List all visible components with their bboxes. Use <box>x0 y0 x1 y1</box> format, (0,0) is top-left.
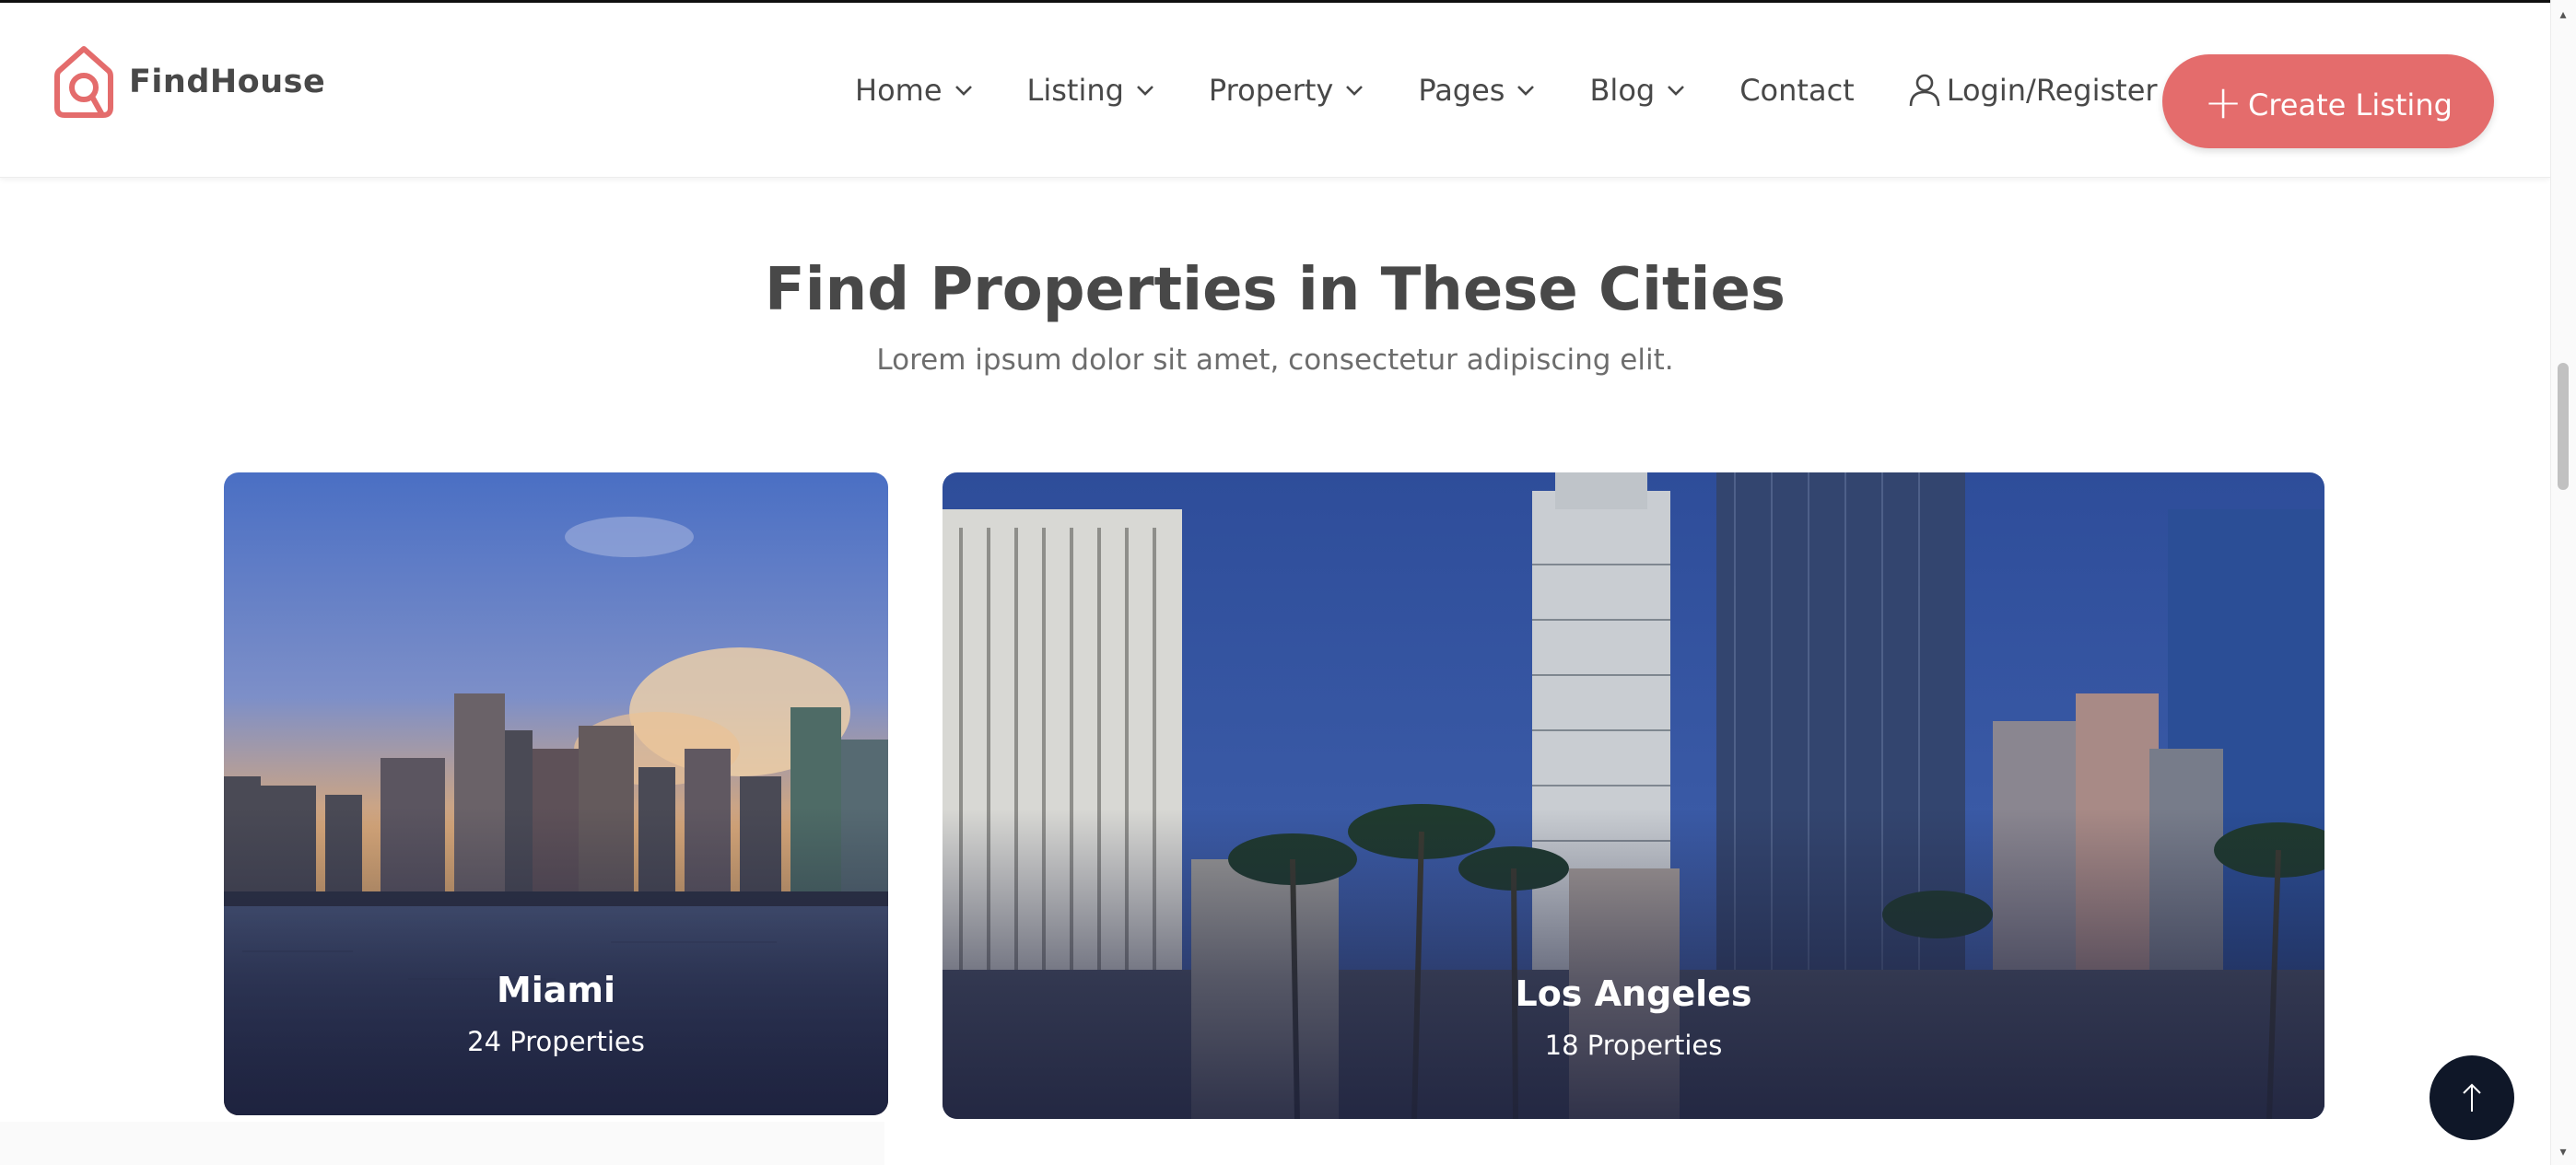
scrollbar-track[interactable] <box>2550 0 2576 1165</box>
card-overlay <box>224 806 888 1115</box>
nav-item-label: Pages <box>1418 73 1505 108</box>
nav-item-label: Contact <box>1739 73 1855 108</box>
city-card-miami[interactable]: Miami 24 Properties <box>224 472 888 1115</box>
nav-item-label: Home <box>855 73 943 108</box>
nav-item-pages[interactable]: Pages <box>1418 73 1536 108</box>
main-nav: Home Listing Property Pages Blog Contact <box>855 73 2158 108</box>
chevron-down-icon <box>1517 86 1535 96</box>
chevron-down-icon <box>1346 86 1364 96</box>
nav-item-label: Blog <box>1589 73 1656 108</box>
brand-name: FindHouse <box>129 64 326 100</box>
arrow-up-icon <box>2463 1083 2481 1112</box>
create-listing-button[interactable]: + Create Listing <box>2162 54 2494 148</box>
login-label: Login/Register <box>1946 73 2158 108</box>
city-name: Miami <box>496 970 616 1010</box>
nav-item-blog[interactable]: Blog <box>1589 73 1686 108</box>
city-card-los-angeles[interactable]: Los Angeles 18 Properties <box>943 472 2324 1119</box>
city-property-count: 18 Properties <box>1544 1030 1723 1061</box>
nav-item-label: Listing <box>1026 73 1124 108</box>
chevron-down-icon <box>1668 86 1685 96</box>
scrollbar-thumb[interactable] <box>2558 363 2569 490</box>
back-to-top-button[interactable] <box>2430 1055 2514 1140</box>
section-subtitle: Lorem ipsum dolor sit amet, consectetur … <box>876 344 1674 377</box>
card-overlay <box>943 809 2324 1119</box>
site-header: FindHouse Home Listing Property Pages Bl… <box>0 3 2550 178</box>
nav-item-label: Property <box>1208 73 1334 108</box>
plus-icon: + <box>2204 76 2242 129</box>
section-title: Find Properties in These Cities <box>765 256 1786 324</box>
scroll-up-arrow-icon[interactable]: ▴ <box>2555 7 2571 22</box>
nav-item-home[interactable]: Home <box>855 73 974 108</box>
page-bottom-edge <box>0 1122 884 1165</box>
chevron-down-icon <box>954 86 972 96</box>
chevron-down-icon <box>1137 86 1153 96</box>
create-listing-label: Create Listing <box>2247 87 2453 122</box>
login-register-link[interactable]: Login/Register <box>1908 73 2158 108</box>
nav-item-listing[interactable]: Listing <box>1027 73 1155 108</box>
brand-logo[interactable]: FindHouse <box>52 45 325 119</box>
scroll-down-arrow-icon[interactable]: ▾ <box>2555 1145 2571 1159</box>
city-property-count: 24 Properties <box>467 1026 645 1057</box>
city-name: Los Angeles <box>1515 973 1752 1014</box>
nav-item-contact[interactable]: Contact <box>1739 73 1855 108</box>
house-pin-logo-icon <box>54 46 113 118</box>
nav-item-property[interactable]: Property <box>1209 73 1364 108</box>
user-icon <box>1909 74 1940 107</box>
